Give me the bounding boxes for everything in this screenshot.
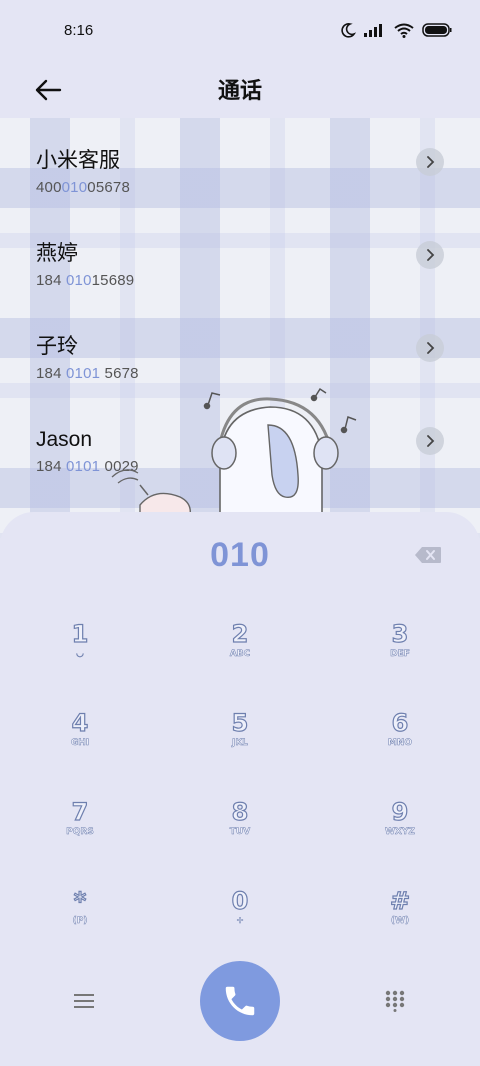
dial-input-row: 010 bbox=[0, 532, 480, 578]
number-prefix: 400 bbox=[36, 179, 62, 196]
arrow-left-icon bbox=[35, 79, 62, 101]
key-9[interactable]: 9 WXYZ bbox=[320, 768, 480, 857]
contact-name: 燕婷 bbox=[36, 242, 78, 265]
key-7[interactable]: 7 PQRS bbox=[0, 768, 160, 857]
contact-item[interactable]: 小米客服 40001005678 bbox=[0, 128, 480, 221]
contact-name: 小米客服 bbox=[36, 149, 120, 172]
key-digit: * bbox=[73, 887, 87, 915]
dialed-number[interactable]: 010 bbox=[210, 536, 270, 575]
key-digit: 0 bbox=[231, 887, 249, 915]
puppy-doodle-illustration bbox=[111, 387, 357, 515]
key-letters: DEF bbox=[390, 649, 410, 660]
number-match: 010 bbox=[61, 179, 88, 196]
key-letters: GHI bbox=[70, 738, 90, 749]
phone-icon bbox=[225, 986, 255, 1016]
key-3[interactable]: 3 DEF bbox=[320, 590, 480, 679]
signal-icon bbox=[364, 23, 386, 37]
backspace-button[interactable] bbox=[414, 544, 442, 566]
backspace-icon bbox=[415, 547, 441, 563]
keypad: 1 ◡ 2 ABC 3 DEF 4 GHI 5 JKL 6 MNO 7 PQRS 8 TUV 9… bbox=[0, 590, 480, 946]
key-letters: JKL bbox=[231, 738, 249, 749]
key-digit: 1 bbox=[71, 620, 89, 648]
contact-number: 184 01015689 bbox=[36, 272, 480, 289]
number-match: 0101 bbox=[66, 365, 101, 382]
key-6[interactable]: 6 MNO bbox=[320, 679, 480, 768]
header: 通话 bbox=[0, 60, 480, 118]
page-title: 通话 bbox=[217, 78, 262, 103]
key-letters: + bbox=[236, 916, 244, 927]
key-letters: ABC bbox=[229, 649, 251, 660]
chevron-right-icon[interactable] bbox=[416, 148, 444, 176]
key-1[interactable]: 1 ◡ bbox=[0, 590, 160, 679]
key-letters: TUV bbox=[229, 827, 251, 838]
key-digit: 6 bbox=[391, 709, 409, 737]
key-letters: ◡ bbox=[76, 649, 84, 660]
number-prefix: 184 bbox=[36, 365, 66, 382]
call-button[interactable] bbox=[200, 961, 280, 1041]
number-match: 0101 bbox=[66, 458, 101, 475]
battery-icon bbox=[422, 23, 452, 37]
dialpad-toggle-button[interactable] bbox=[375, 981, 415, 1021]
moon-icon bbox=[340, 22, 356, 38]
key-digit: 9 bbox=[391, 798, 409, 826]
key-digit: 8 bbox=[231, 798, 249, 826]
key-2[interactable]: 2 ABC bbox=[160, 590, 320, 679]
key-digit: 3 bbox=[391, 620, 409, 648]
number-suffix: 05678 bbox=[87, 179, 130, 196]
number-suffix: 5678 bbox=[100, 365, 139, 382]
contact-number: 40001005678 bbox=[36, 179, 480, 196]
dialpad-grid-icon bbox=[385, 990, 405, 1012]
menu-button[interactable] bbox=[64, 981, 104, 1021]
chevron-right-icon[interactable] bbox=[416, 334, 444, 362]
chevron-right-icon[interactable] bbox=[416, 427, 444, 455]
chevron-right-icon[interactable] bbox=[416, 241, 444, 269]
wifi-icon bbox=[394, 23, 414, 38]
number-prefix: 184 bbox=[36, 272, 66, 289]
contact-number: 184 0101 5678 bbox=[36, 365, 480, 382]
number-suffix: 15689 bbox=[91, 272, 135, 289]
status-icons bbox=[340, 22, 452, 38]
back-button[interactable] bbox=[28, 70, 68, 110]
key-letters: (W) bbox=[390, 916, 410, 927]
key-digit: # bbox=[389, 887, 411, 915]
key-4[interactable]: 4 GHI bbox=[0, 679, 160, 768]
key-5[interactable]: 5 JKL bbox=[160, 679, 320, 768]
key-letters: MNO bbox=[387, 738, 413, 749]
contact-item[interactable]: 燕婷 184 01015689 bbox=[0, 221, 480, 314]
key-digit: 5 bbox=[231, 709, 249, 737]
menu-icon bbox=[74, 994, 94, 1008]
dialpad-sheet: 010 1 ◡ 2 ABC 3 DEF 4 GHI 5 JKL 6 MNO 7 PQRS 8T… bbox=[0, 512, 480, 1066]
key-digit: 2 bbox=[231, 620, 249, 648]
status-time: 8:16 bbox=[64, 21, 94, 39]
dialer-bottom-bar bbox=[0, 961, 480, 1041]
contact-name: 子玲 bbox=[36, 335, 78, 358]
key-hash[interactable]: # (W) bbox=[320, 857, 480, 946]
status-bar: 8:16 bbox=[0, 0, 480, 60]
key-0[interactable]: 0 + bbox=[160, 857, 320, 946]
key-letters: (P) bbox=[72, 916, 88, 927]
key-8[interactable]: 8 TUV bbox=[160, 768, 320, 857]
key-star[interactable]: * (P) bbox=[0, 857, 160, 946]
number-prefix: 184 bbox=[36, 458, 66, 475]
number-match: 010 bbox=[66, 272, 92, 289]
key-letters: PQRS bbox=[66, 827, 94, 838]
key-letters: WXYZ bbox=[385, 827, 415, 838]
key-digit: 4 bbox=[71, 709, 89, 737]
key-digit: 7 bbox=[71, 798, 89, 826]
